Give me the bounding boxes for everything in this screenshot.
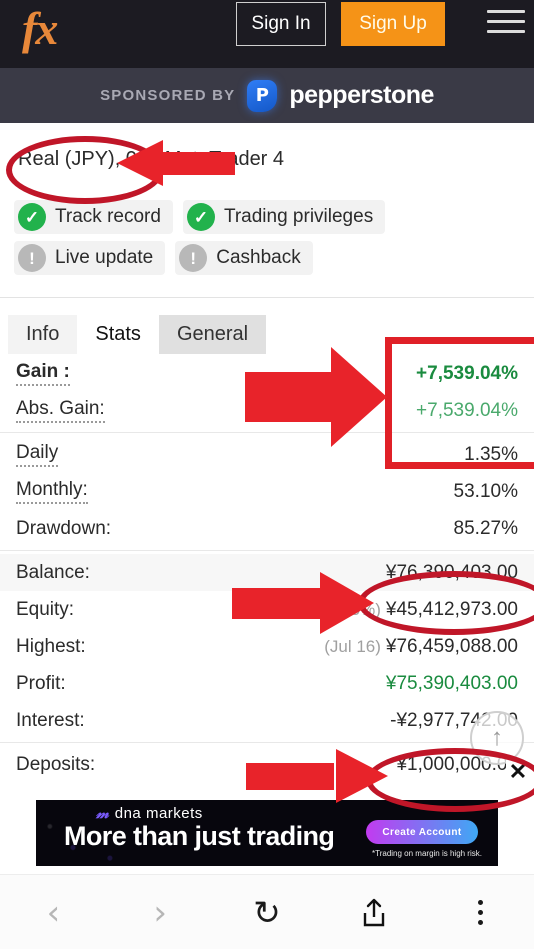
ad-disclaimer: *Trading on margin is high risk. <box>372 849 482 858</box>
overflow-menu-button[interactable] <box>458 890 504 936</box>
close-ad-button[interactable]: ✕ <box>506 759 530 784</box>
row-label: Equity: <box>16 598 75 620</box>
row-subvalue: (59.45%) <box>311 599 381 619</box>
account-badges: ✓ Track record ✓ Trading privileges ! Li… <box>14 200 514 282</box>
ad-brand-name: dna markets <box>114 805 203 822</box>
row-label: Monthly: <box>16 479 88 504</box>
forward-button[interactable]: › <box>137 890 183 936</box>
badge-label: Live update <box>55 247 154 268</box>
dna-markets-logo-icon: 𝓂 <box>96 805 109 822</box>
table-row[interactable]: Balance: ¥76,390,403.00 <box>0 554 534 591</box>
row-divider <box>0 550 534 551</box>
table-row[interactable]: Profit: ¥75,390,403.00 <box>0 665 534 702</box>
sponsor-banner[interactable]: SPONSORED BY P pepperstone <box>0 68 534 123</box>
table-row[interactable]: Deposits: ¥1,000,000.00 <box>0 746 534 783</box>
table-row[interactable]: Drawdown: 85.27% <box>0 510 534 547</box>
account-title: Real (JPY), 00 , MetaTrader 4 <box>18 148 285 170</box>
section-divider <box>0 297 534 298</box>
row-value: +7,539.04% <box>416 399 518 421</box>
badge-label: Trading privileges <box>223 206 374 227</box>
row-label: Daily <box>16 442 59 467</box>
row-amount: ¥76,459,088.00 <box>385 635 518 657</box>
back-button[interactable]: ‹ <box>30 890 76 936</box>
table-row[interactable]: Interest: -¥2,977,742.00 <box>0 702 534 739</box>
ad-brand: 𝓂 dna markets <box>96 805 203 822</box>
row-divider <box>0 742 534 743</box>
table-row[interactable]: Daily 1.35% <box>0 436 534 473</box>
row-value: (59.45%) ¥45,412,973.00 <box>312 599 518 621</box>
reload-icon: ↻ <box>253 894 281 931</box>
badge-trading-privileges: ✓ Trading privileges <box>182 200 386 234</box>
exclamation-circle-icon: ! <box>18 244 46 272</box>
hamburger-menu-icon[interactable] <box>487 10 525 38</box>
row-value: ¥76,390,403.00 <box>385 561 518 583</box>
row-value: (Jul 16) ¥76,459,088.00 <box>324 636 518 658</box>
row-value: 1.35% <box>464 443 518 465</box>
table-row[interactable]: Equity: (59.45%) ¥45,412,973.00 <box>0 591 534 628</box>
chevron-left-icon: ‹ <box>46 892 61 933</box>
badge-track-record: ✓ Track record <box>14 200 173 234</box>
row-label: Drawdown: <box>16 517 112 539</box>
row-value: +7,539.04% <box>416 362 518 384</box>
row-value: ¥75,390,403.00 <box>385 672 518 694</box>
browser-navigation-bar: ‹ › ↻ <box>0 874 534 949</box>
sponsor-label: SPONSORED BY <box>100 87 236 104</box>
row-label: Gain : <box>16 361 70 386</box>
badge-cashback: ! Cashback <box>175 241 313 275</box>
row-amount: ¥45,412,973.00 <box>385 598 518 620</box>
share-icon <box>363 898 384 926</box>
check-circle-icon: ✓ <box>18 203 46 231</box>
pepperstone-brand-name: pepperstone <box>289 81 434 109</box>
row-label: Interest: <box>16 709 85 731</box>
overflow-menu-icon <box>478 900 484 925</box>
badge-label: Track record <box>55 206 161 227</box>
sign-up-button[interactable]: Sign Up <box>341 2 445 46</box>
badge-row-top: ✓ Track record ✓ Trading privileges <box>14 200 514 234</box>
ad-headline: More than just trading <box>64 821 335 851</box>
row-label: Balance: <box>16 561 90 583</box>
row-label: Deposits: <box>16 753 96 775</box>
share-button[interactable] <box>351 890 397 936</box>
row-label: Profit: <box>16 672 66 694</box>
tab-stats[interactable]: Stats <box>77 315 159 354</box>
badge-row-bottom: ! Live update ! Cashback <box>14 241 514 275</box>
arrow-up-icon: ↑ <box>491 724 503 751</box>
table-row[interactable]: Highest: (Jul 16) ¥76,459,088.00 <box>0 628 534 665</box>
stats-tabs: Info Stats General <box>8 315 267 354</box>
create-account-button[interactable]: Create Account <box>366 820 478 844</box>
row-value: 85.27% <box>453 517 518 539</box>
pepperstone-logo-icon: P <box>247 79 278 112</box>
reload-button[interactable]: ↻ <box>244 890 290 936</box>
tab-info[interactable]: Info <box>8 315 78 354</box>
tab-general[interactable]: General <box>158 315 267 354</box>
row-label: Abs. Gain: <box>16 398 105 423</box>
ad-banner[interactable]: 𝓂 dna markets More than just trading Cre… <box>36 800 498 866</box>
row-label: Highest: <box>16 635 86 657</box>
badge-live-update: ! Live update <box>14 241 166 275</box>
check-circle-icon: ✓ <box>186 203 215 231</box>
chevron-right-icon: › <box>153 892 167 933</box>
table-row[interactable]: Monthly: 53.10% <box>0 473 534 510</box>
table-row[interactable]: Abs. Gain: +7,539.04% <box>0 392 534 429</box>
badge-label: Cashback <box>216 247 301 268</box>
myfxbook-logo[interactable]: fx <box>22 2 58 55</box>
exclamation-circle-icon: ! <box>179 244 208 272</box>
table-row[interactable]: Gain : +7,539.04% <box>0 355 534 392</box>
mobile-browser-screenshot: fx Sign In Sign Up SPONSORED BY P pepper… <box>0 0 534 949</box>
sign-in-button[interactable]: Sign In <box>236 2 326 46</box>
row-value: 53.10% <box>453 480 518 502</box>
row-subvalue: (Jul 16) <box>324 636 381 656</box>
stats-table: Gain : +7,539.04% Abs. Gain: +7,539.04% … <box>0 355 534 783</box>
row-divider <box>0 432 534 433</box>
site-header: fx Sign In Sign Up <box>0 0 534 68</box>
scroll-to-top-button[interactable]: ↑ <box>470 711 524 765</box>
